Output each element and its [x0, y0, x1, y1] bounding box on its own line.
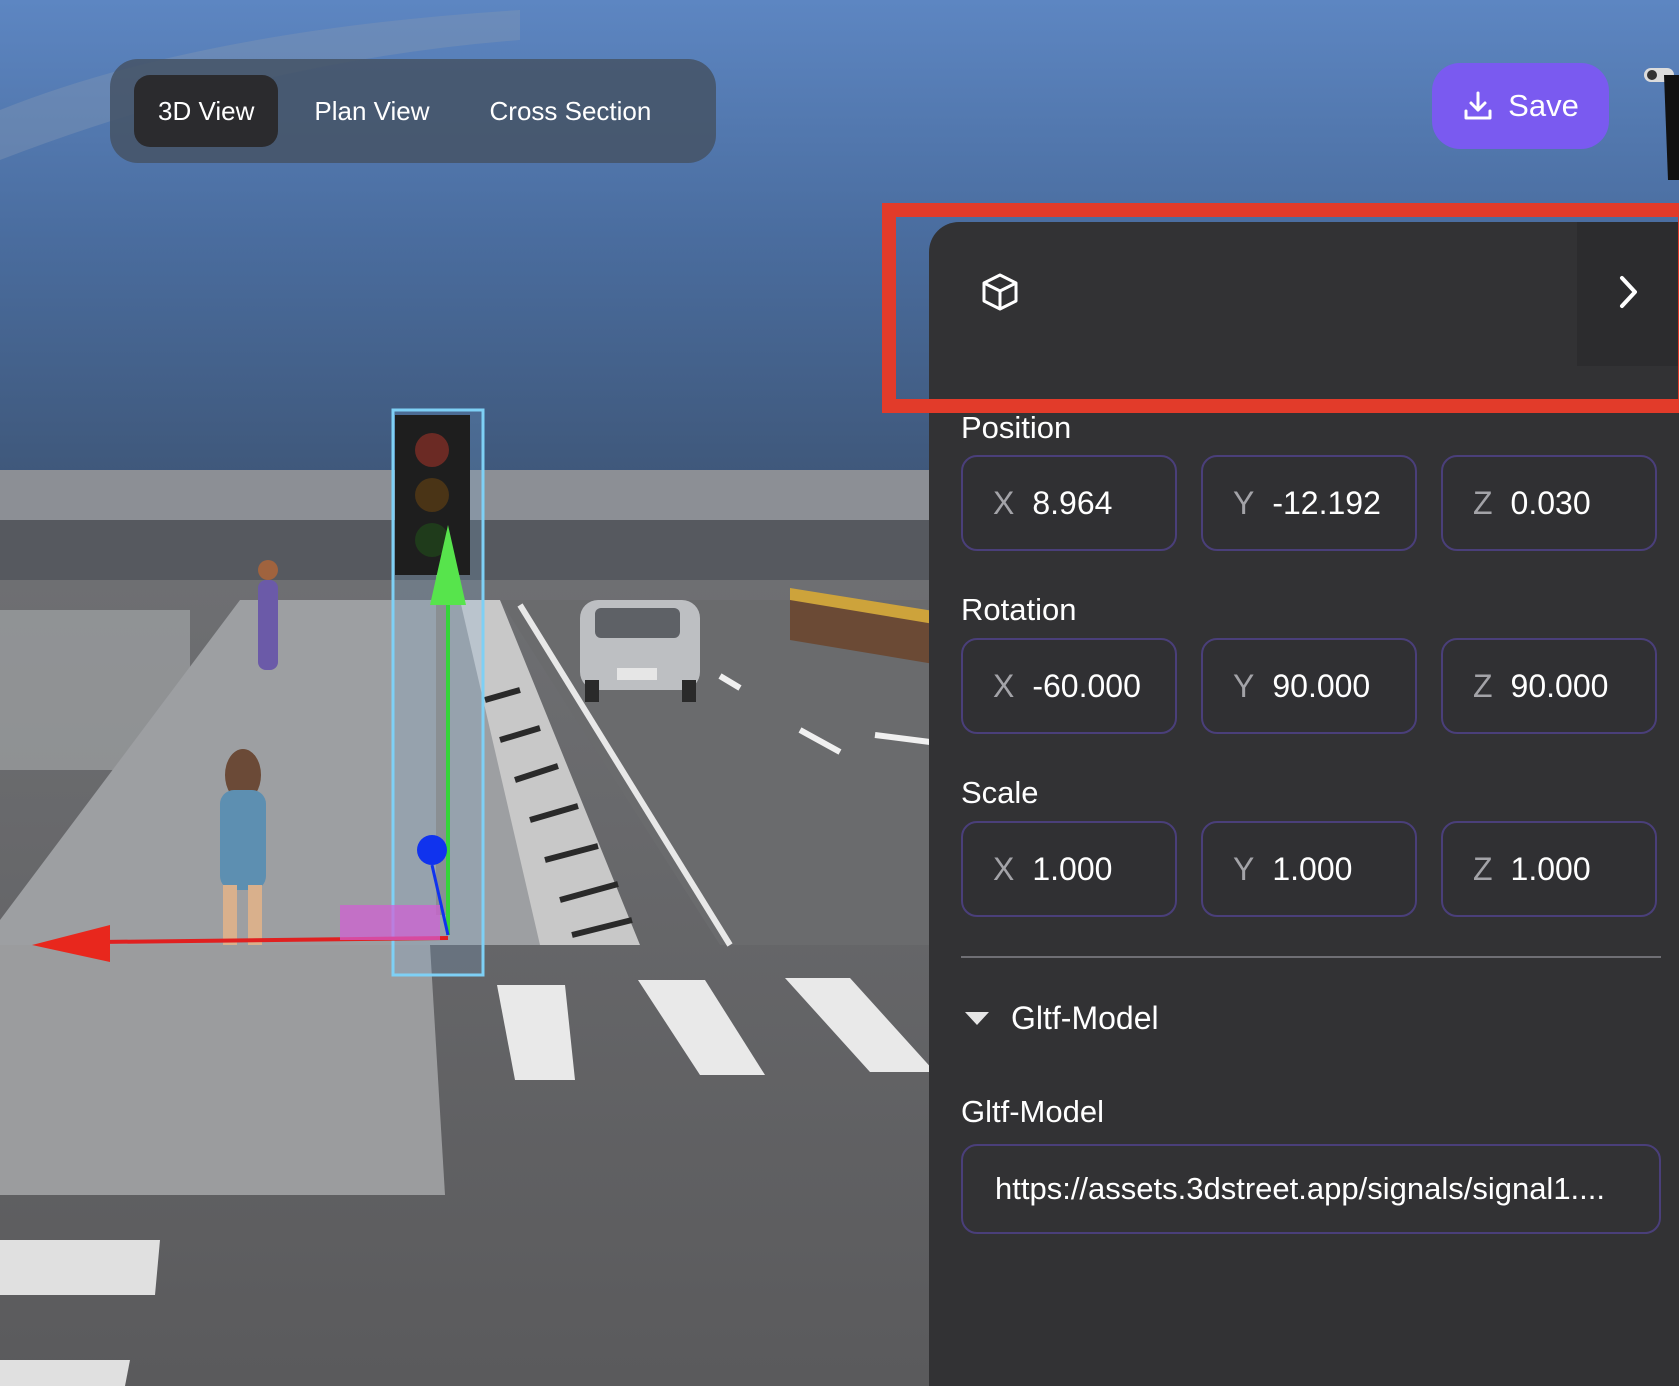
- scale-label: Scale: [961, 775, 1039, 810]
- axis-z-label: Z: [1473, 667, 1493, 704]
- rotation-fields: X -60.000 Y 90.000 Z 90.000: [961, 638, 1661, 734]
- position-fields: X 8.964 Y -12.192 Z 0.030: [961, 455, 1661, 551]
- position-z-value: 0.030: [1510, 484, 1591, 521]
- rotation-x-value: -60.000: [1032, 667, 1141, 704]
- position-y-input[interactable]: Y -12.192: [1201, 455, 1417, 551]
- sidewalk-front: [0, 945, 445, 1195]
- scale-x-input[interactable]: X 1.000: [961, 821, 1177, 917]
- properties-panel: Position X 8.964 Y -12.192 Z 0.030 Rotation…: [929, 222, 1679, 1386]
- chevron-right-icon: [1615, 274, 1641, 315]
- scale-z-input[interactable]: Z 1.000: [1441, 821, 1657, 917]
- scale-y-input[interactable]: Y 1.000: [1201, 821, 1417, 917]
- pedestrian: [258, 560, 278, 670]
- save-button[interactable]: Save: [1432, 63, 1609, 149]
- collapse-panel-button[interactable]: [1577, 222, 1679, 366]
- rotation-y-input[interactable]: Y 90.000: [1201, 638, 1417, 734]
- gltf-model-field-label: Gltf-Model: [961, 1094, 1104, 1129]
- tab-plan-view[interactable]: Plan View: [290, 75, 453, 147]
- gltf-model-component-toggle[interactable]: Gltf-Model: [961, 1000, 1159, 1037]
- rotation-z-input[interactable]: Z 90.000: [1441, 638, 1657, 734]
- section-divider: [961, 956, 1661, 958]
- axis-x-label: X: [993, 667, 1015, 704]
- car: [580, 600, 700, 702]
- rotation-x-input[interactable]: X -60.000: [961, 638, 1177, 734]
- axis-z-label: Z: [1473, 850, 1493, 887]
- scale-z-value: 1.000: [1510, 850, 1591, 887]
- rotation-y-value: 90.000: [1272, 667, 1371, 704]
- gltf-model-url-input[interactable]: https://assets.3dstreet.app/signals/sign…: [961, 1144, 1661, 1234]
- position-y-value: -12.192: [1272, 484, 1381, 521]
- scale-x-value: 1.000: [1032, 850, 1113, 887]
- axis-y-label: Y: [1233, 850, 1255, 887]
- top-right-widget-edge: [1644, 68, 1679, 180]
- axis-z-label: Z: [1473, 484, 1493, 521]
- gizmo-z-handle: [417, 835, 447, 865]
- axis-y-label: Y: [1233, 667, 1255, 704]
- rotation-z-value: 90.000: [1510, 667, 1609, 704]
- scale-fields: X 1.000 Y 1.000 Z 1.000: [961, 821, 1661, 917]
- position-x-input[interactable]: X 8.964: [961, 455, 1177, 551]
- gizmo-plane-handle: [340, 905, 440, 940]
- axis-y-label: Y: [1233, 484, 1255, 521]
- cube-icon: [980, 272, 1020, 312]
- rotation-label: Rotation: [961, 592, 1077, 627]
- position-label: Position: [961, 410, 1072, 445]
- axis-x-label: X: [993, 484, 1015, 521]
- scale-y-value: 1.000: [1272, 850, 1353, 887]
- view-mode-switcher: 3D View Plan View Cross Section: [110, 59, 716, 163]
- tab-cross-section[interactable]: Cross Section: [466, 75, 676, 147]
- download-icon: [1462, 90, 1494, 122]
- caret-down-icon: [965, 1012, 989, 1025]
- save-label: Save: [1508, 88, 1579, 123]
- position-x-value: 8.964: [1032, 484, 1113, 521]
- panel-header: [929, 222, 1679, 366]
- axis-x-label: X: [993, 850, 1015, 887]
- component-title: Gltf-Model: [1011, 1000, 1159, 1036]
- tab-3d-view[interactable]: 3D View: [134, 75, 279, 147]
- position-z-input[interactable]: Z 0.030: [1441, 455, 1657, 551]
